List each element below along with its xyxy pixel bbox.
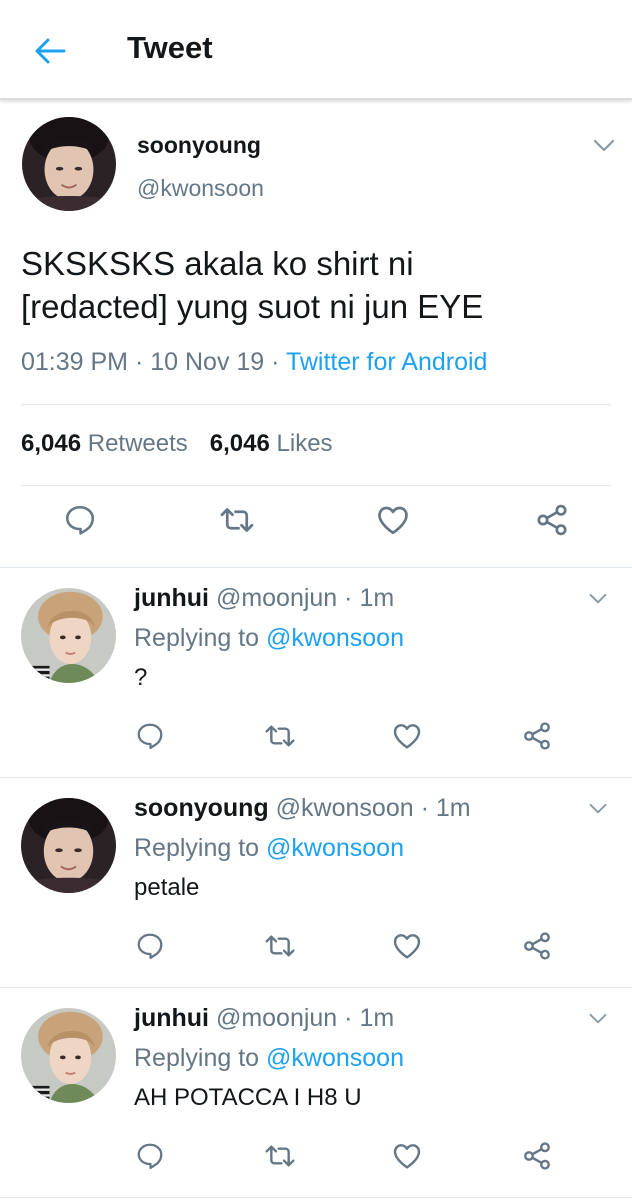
- retweet-icon: [264, 1140, 296, 1172]
- tweet-text-line: [redacted] yung suot ni jun EYE: [21, 288, 484, 325]
- avatar[interactable]: [21, 798, 116, 893]
- top-bar: Tweet: [0, 0, 632, 100]
- reply-time: · 1m: [420, 794, 471, 822]
- divider: [21, 404, 611, 405]
- like-button[interactable]: [387, 1136, 427, 1176]
- share-icon: [521, 930, 553, 962]
- retweet-button[interactable]: [217, 500, 257, 540]
- reply-button[interactable]: [130, 926, 170, 966]
- reply-actions: [0, 716, 632, 756]
- like-button[interactable]: [373, 500, 413, 540]
- like-button[interactable]: [387, 716, 427, 756]
- mention-link[interactable]: @kwonsoon: [266, 834, 404, 862]
- replying-to: Replying to @kwonsoon: [134, 1044, 404, 1073]
- arrow-left-icon[interactable]: [34, 37, 66, 65]
- meta-separator: ·: [128, 348, 151, 376]
- reply-author-name[interactable]: junhui: [134, 1004, 209, 1032]
- replying-to-label: Replying to: [134, 1044, 260, 1072]
- chevron-down-icon[interactable]: [588, 592, 608, 606]
- reply-icon: [135, 931, 165, 961]
- share-icon: [521, 1140, 553, 1172]
- tweet-meta: 01:39 PM · 10 Nov 19 · Twitter for Andro…: [21, 348, 487, 377]
- retweets-label: Retweets: [87, 430, 188, 457]
- share-button[interactable]: [517, 926, 557, 966]
- share-button[interactable]: [532, 500, 572, 540]
- author-handle[interactable]: @kwonsoon: [137, 175, 264, 202]
- tweet-time: 01:39 PM: [21, 348, 129, 376]
- likes-count: 6,046: [209, 430, 270, 457]
- reply-time: · 1m: [344, 1004, 395, 1032]
- share-icon: [534, 502, 570, 538]
- author-name[interactable]: soonyoung: [137, 132, 261, 159]
- tweet-source-link[interactable]: Twitter for Android: [286, 348, 487, 376]
- share-button[interactable]: [517, 1136, 557, 1176]
- retweet-icon: [264, 720, 296, 752]
- chevron-down-icon[interactable]: [592, 138, 616, 154]
- reply-tweet[interactable]: soonyoung @kwonsoon · 1m Replying to @kw…: [0, 778, 632, 988]
- share-icon: [521, 720, 553, 752]
- reply-actions: [0, 1136, 632, 1176]
- reply-actions: [0, 926, 632, 966]
- replying-to: Replying to @kwonsoon: [134, 624, 404, 653]
- replying-to-label: Replying to: [134, 834, 260, 862]
- avatar[interactable]: [22, 117, 116, 211]
- reply-text: AH POTACCA I H8 U: [134, 1084, 362, 1111]
- tweet-date: 10 Nov 19: [150, 348, 265, 376]
- reply-author-handle[interactable]: @moonjun: [216, 1004, 337, 1032]
- reply-icon: [135, 1141, 165, 1171]
- reply-text: ?: [134, 664, 148, 691]
- heart-icon: [375, 502, 411, 538]
- share-button[interactable]: [517, 716, 557, 756]
- replying-to-label: Replying to: [134, 624, 260, 652]
- divider: [21, 485, 611, 486]
- likes-stat[interactable]: 6,046 Likes: [210, 430, 333, 457]
- retweet-icon: [264, 930, 296, 962]
- reply-icon: [63, 503, 97, 537]
- replying-to: Replying to @kwonsoon: [134, 834, 404, 863]
- avatar[interactable]: [21, 1008, 116, 1103]
- tweet-text-line: SKSKSKS akala ko shirt ni: [21, 245, 414, 282]
- reply-tweet[interactable]: junhui @moonjun · 1m Replying to @kwonso…: [0, 568, 632, 778]
- retweets-stat[interactable]: 6,046 Retweets: [21, 430, 188, 457]
- reply-text: petale: [134, 874, 200, 901]
- avatar[interactable]: [21, 588, 116, 683]
- reply-time: · 1m: [344, 584, 395, 612]
- meta-separator: ·: [264, 348, 286, 376]
- tweet-text: SKSKSKS akala ko shirt ni [redacted] yun…: [21, 242, 611, 328]
- tweet-actions: [0, 500, 632, 550]
- heart-icon: [391, 930, 423, 962]
- reply-header: junhui @moonjun · 1m: [134, 1004, 394, 1033]
- reply-header: soonyoung @kwonsoon · 1m: [134, 794, 471, 823]
- likes-label: Likes: [276, 430, 333, 457]
- retweet-button[interactable]: [260, 926, 300, 966]
- like-button[interactable]: [387, 926, 427, 966]
- retweet-button[interactable]: [260, 716, 300, 756]
- back-button[interactable]: [30, 33, 70, 69]
- chevron-down-icon[interactable]: [588, 1012, 608, 1026]
- retweets-count: 6,046: [21, 430, 82, 457]
- heart-icon: [391, 720, 423, 752]
- main-tweet: soonyoung @kwonsoon SKSKSKS akala ko shi…: [0, 100, 632, 568]
- mention-link[interactable]: @kwonsoon: [266, 624, 404, 652]
- reply-author-handle[interactable]: @kwonsoon: [276, 794, 414, 822]
- mention-link[interactable]: @kwonsoon: [266, 1044, 404, 1072]
- reply-button[interactable]: [130, 1136, 170, 1176]
- chevron-down-icon[interactable]: [588, 802, 608, 816]
- heart-icon: [391, 1140, 423, 1172]
- page-title: Tweet: [127, 30, 213, 65]
- reply-button[interactable]: [60, 500, 100, 540]
- retweet-icon: [219, 502, 255, 538]
- reply-button[interactable]: [130, 716, 170, 756]
- tweet-stats: 6,046 Retweets 6,046 Likes: [21, 430, 333, 458]
- reply-author-name[interactable]: junhui: [134, 584, 209, 612]
- reply-author-handle[interactable]: @moonjun: [216, 584, 337, 612]
- reply-tweet[interactable]: junhui @moonjun · 1m Replying to @kwonso…: [0, 988, 632, 1198]
- retweet-button[interactable]: [260, 1136, 300, 1176]
- reply-author-name[interactable]: soonyoung: [134, 794, 269, 822]
- reply-header: junhui @moonjun · 1m: [134, 584, 394, 613]
- reply-icon: [135, 721, 165, 751]
